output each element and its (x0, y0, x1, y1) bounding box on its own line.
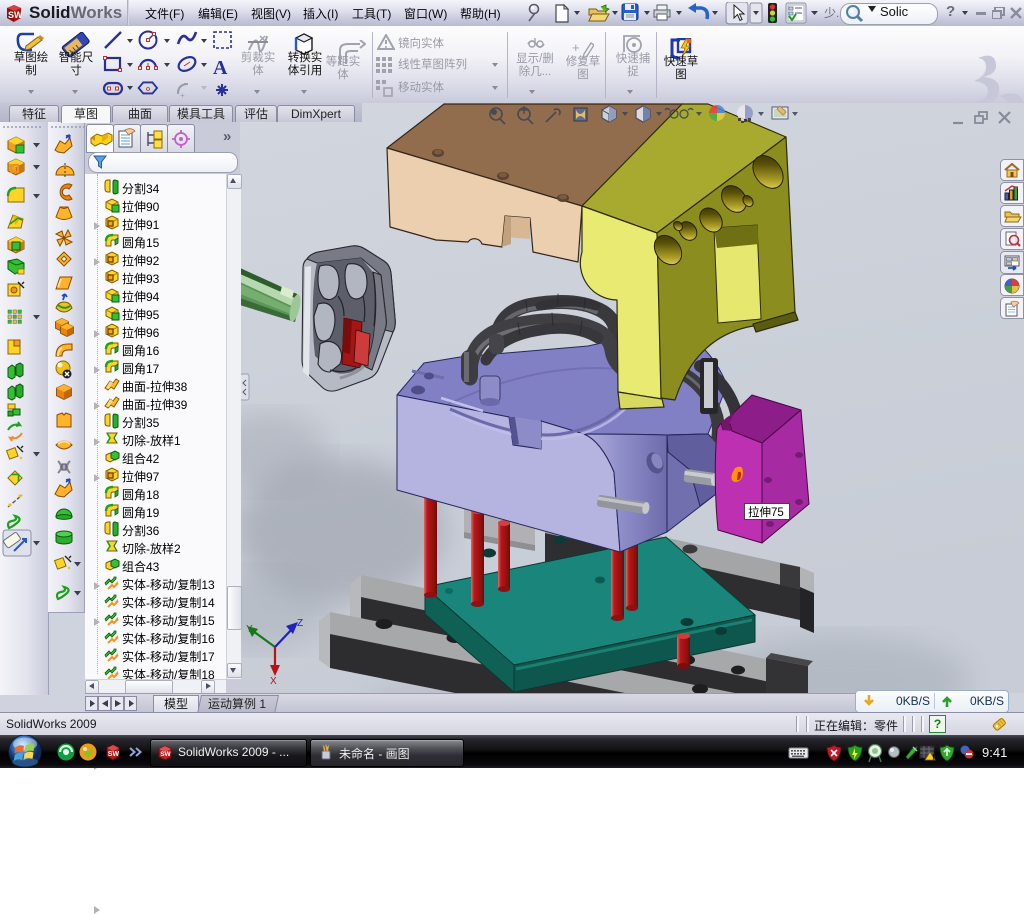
svg-text:X: X (270, 676, 277, 687)
svg-text:+: + (572, 40, 580, 55)
svg-text:!: ! (932, 754, 934, 761)
svg-text:拉伸75: 拉伸75 (748, 505, 784, 519)
svg-text:SW: SW (160, 751, 171, 758)
svg-text:+: + (180, 91, 185, 100)
svg-text:Z: Z (297, 618, 303, 629)
svg-text:SW: SW (8, 10, 23, 20)
svg-text:SW: SW (108, 751, 120, 758)
svg-text:A: A (213, 57, 228, 79)
svg-text:Y: Y (246, 624, 253, 635)
